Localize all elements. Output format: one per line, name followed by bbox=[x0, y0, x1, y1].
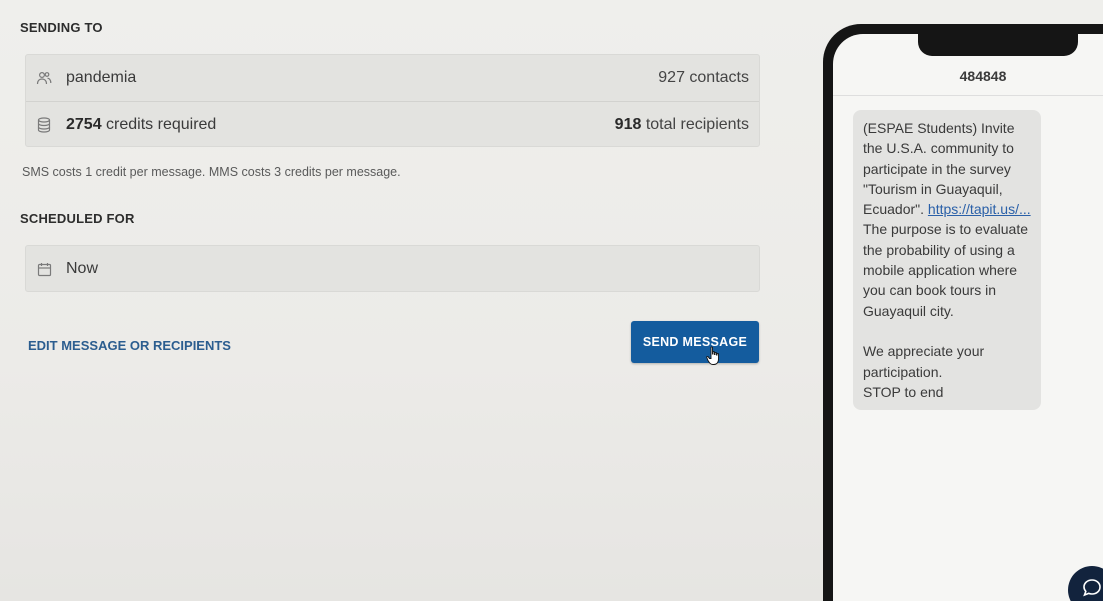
hand-cursor-icon bbox=[706, 346, 719, 365]
credits-value: 2754 bbox=[66, 115, 102, 133]
credits-label: credits required bbox=[106, 115, 217, 133]
recipients-value: 918 bbox=[614, 115, 642, 133]
phone-notch bbox=[918, 34, 1078, 56]
recipients-label: total recipients bbox=[645, 115, 749, 133]
message-text-stop: STOP to end bbox=[863, 383, 944, 400]
schedule-card: Now bbox=[25, 245, 760, 292]
sending-to-card: pandemia 927 contacts 2754 credits requi… bbox=[25, 54, 760, 147]
message-bubble: (ESPAE Students) Invite the U.S.A. commu… bbox=[853, 110, 1041, 411]
list-name: pandemia bbox=[66, 69, 137, 86]
message-link[interactable]: https://tapit.us/... bbox=[928, 201, 1031, 217]
schedule-row: Now bbox=[26, 246, 759, 292]
scheduled-for-heading: SCHEDULED FOR bbox=[20, 211, 135, 226]
credits-row: 2754 credits required 918 total recipien… bbox=[26, 101, 759, 147]
campaign-summary-panel: SENDING TO pandemia 927 contacts 2754 cr… bbox=[8, 8, 808, 598]
schedule-value: Now bbox=[66, 260, 99, 277]
total-recipients: 918 total recipients bbox=[615, 116, 749, 134]
calendar-icon bbox=[36, 261, 52, 277]
edit-message-link[interactable]: EDIT MESSAGE OR RECIPIENTS bbox=[28, 338, 231, 353]
contacts-count: 927 contacts bbox=[658, 69, 749, 86]
people-icon bbox=[36, 70, 52, 86]
sending-to-heading: SENDING TO bbox=[20, 20, 103, 35]
phone-preview: 484848 (ESPAE Students) Invite the U.S.A… bbox=[823, 24, 1103, 601]
send-message-button[interactable]: SEND MESSAGE bbox=[631, 321, 759, 363]
sender-number: 484848 bbox=[833, 56, 1103, 96]
credits-required: 2754 credits required bbox=[66, 116, 615, 134]
message-text-body: The purpose is to evaluate the probabili… bbox=[863, 221, 1028, 319]
recipient-list-row: pandemia 927 contacts bbox=[26, 55, 759, 101]
cost-note: SMS costs 1 credit per message. MMS cost… bbox=[22, 165, 401, 179]
message-text-thanks: We appreciate your participation. bbox=[863, 343, 985, 380]
database-icon bbox=[36, 116, 52, 133]
chat-bubble-icon bbox=[1083, 579, 1101, 597]
phone-screen: 484848 (ESPAE Students) Invite the U.S.A… bbox=[833, 34, 1103, 601]
page: SENDING TO pandemia 927 contacts 2754 cr… bbox=[0, 0, 1103, 601]
